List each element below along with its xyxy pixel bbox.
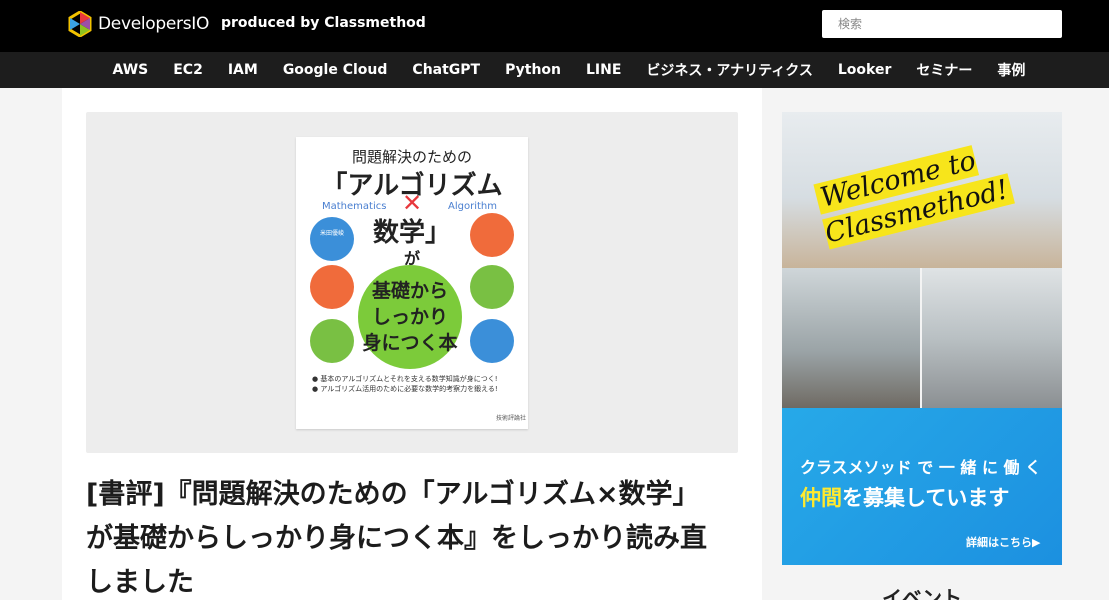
recruit-panel: クラスメソッド で 一 緒 に 働 く 仲間を募集しています 詳細はこちら▶ <box>782 408 1062 565</box>
recruit-rest: を募集しています <box>842 486 1010 510</box>
welcome-text: Welcome to Classmethod! <box>813 124 1062 253</box>
welcome-label: Welcome to Classmethod! <box>813 145 1016 250</box>
article-hero-image[interactable]: 問題解決のための 「アルゴリズム Mathematics Algorithm ✕… <box>86 112 738 453</box>
article-card: 問題解決のための 「アルゴリズム Mathematics Algorithm ✕… <box>62 88 762 600</box>
book-subtitle-right: Algorithm <box>448 201 497 212</box>
nav-item-chatgpt[interactable]: ChatGPT <box>400 62 493 78</box>
nav-item-seminar[interactable]: セミナー <box>904 60 985 80</box>
recruit-highlight: 仲間 <box>800 486 842 510</box>
book-bullet2: ● アルゴリズム活用のために必要な数学的考察力を鍛える! <box>312 384 498 393</box>
multiply-icon: ✕ <box>402 189 422 217</box>
recruit-banner[interactable]: Welcome to Classmethod! クラスメソッド で 一 緒 に … <box>782 112 1062 565</box>
category-nav: AWS EC2 IAM Google Cloud ChatGPT Python … <box>0 52 1109 88</box>
book-line1: 問題解決のための <box>352 148 472 166</box>
recruit-details-link[interactable]: 詳細はこちら▶ <box>966 534 1040 550</box>
nav-item-iam[interactable]: IAM <box>215 62 270 78</box>
book-cover-illustration: 問題解決のための 「アルゴリズム Mathematics Algorithm ✕… <box>310 148 526 422</box>
logo-text: DevelopersIO <box>98 14 210 34</box>
orange-circle-right-icon <box>470 213 514 257</box>
recruit-line1: クラスメソッド で 一 緒 に 働 く <box>800 458 1042 477</box>
nav-item-python[interactable]: Python <box>493 62 574 78</box>
book-circle-line3: 身につく本 <box>362 331 457 354</box>
nav-item-line[interactable]: LINE <box>574 62 634 78</box>
book-cover-image: 問題解決のための 「アルゴリズム Mathematics Algorithm ✕… <box>296 137 528 429</box>
nav-item-looker[interactable]: Looker <box>825 62 904 78</box>
nav-item-case-study[interactable]: 事例 <box>985 60 1038 80</box>
nav-item-business-analytics[interactable]: ビジネス・アナリティクス <box>634 60 825 80</box>
blue-circle-icon <box>310 217 354 261</box>
book-circle-line2: しっかり <box>372 306 448 328</box>
recruit-line2: 仲間を募集しています <box>800 482 1009 512</box>
nav-item-ec2[interactable]: EC2 <box>161 62 216 78</box>
book-publisher: 技術評論社 <box>496 414 526 422</box>
book-line3: 数学」 <box>373 217 451 248</box>
blue-circle-right-icon <box>470 319 514 363</box>
nav-item-aws[interactable]: AWS <box>100 62 161 78</box>
site-header: DevelopersIO produced by Classmethod <box>0 0 1109 52</box>
staff-photo-right <box>922 268 1062 408</box>
book-subtitle-left: Mathematics <box>322 201 386 212</box>
nav-item-google-cloud[interactable]: Google Cloud <box>270 62 400 78</box>
nav-items: AWS EC2 IAM Google Cloud ChatGPT Python … <box>100 52 1038 88</box>
green-circle-right-icon <box>470 265 514 309</box>
site-tagline: produced by Classmethod <box>221 15 426 31</box>
article-title[interactable]: [書評]『問題解決のための「アルゴリズム×数学」が基礎からしっかり身につく本』を… <box>86 473 726 600</box>
book-bullet1: ● 基本のアルゴリズムとそれを支える数学知識が身につく! <box>312 374 498 383</box>
search-input[interactable] <box>822 10 1062 38</box>
staff-photo-left <box>782 268 920 408</box>
book-circle-line1: 基礎から <box>371 279 448 302</box>
event-section-heading: イベント <box>882 586 962 600</box>
site-logo[interactable]: DevelopersIO <box>68 11 209 37</box>
green-circle-icon <box>310 319 354 363</box>
orange-circle-icon <box>310 265 354 309</box>
office-photo: Welcome to Classmethod! <box>782 112 1062 268</box>
developersio-logo-icon <box>68 11 92 37</box>
book-author: 米田優峻 <box>320 229 344 237</box>
